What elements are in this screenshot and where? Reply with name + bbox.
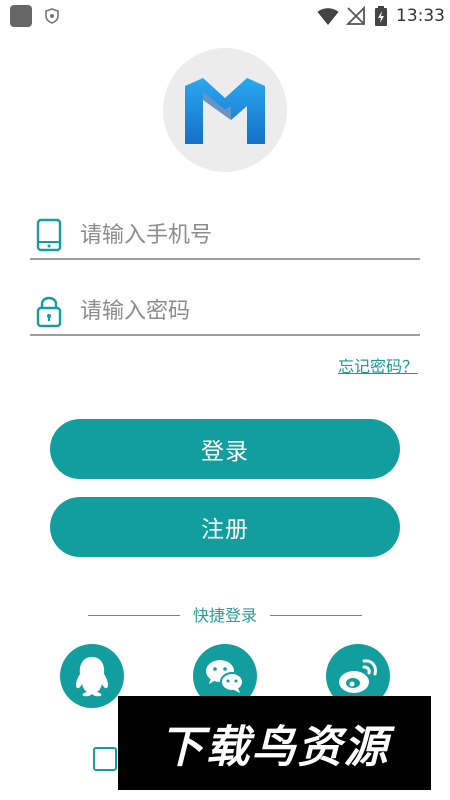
- divider-line-right: [270, 615, 362, 616]
- forgot-password-link[interactable]: 忘记密码？: [338, 353, 418, 377]
- quick-login-divider: 快捷登录: [88, 603, 362, 629]
- app-icon: [10, 5, 32, 27]
- password-input[interactable]: [78, 292, 412, 330]
- phone-icon: [36, 218, 62, 252]
- watermark-banner: 下载鸟资源: [118, 696, 431, 790]
- login-button[interactable]: 登录: [50, 419, 400, 479]
- agreement-checkbox[interactable]: [93, 747, 117, 771]
- app-logo: [163, 48, 287, 172]
- wifi-icon: [317, 8, 339, 25]
- register-button[interactable]: 注册: [50, 497, 400, 557]
- quick-login-label: 快捷登录: [192, 606, 257, 625]
- qq-login-button[interactable]: [60, 644, 124, 708]
- shield-icon: [45, 8, 59, 24]
- no-signal-icon: [346, 6, 365, 25]
- status-bar: 13:33: [0, 0, 450, 32]
- m-logo-icon: [185, 78, 265, 144]
- battery-charging-icon: [375, 6, 387, 26]
- phone-field: [30, 210, 420, 260]
- phone-input[interactable]: [78, 216, 412, 254]
- lock-icon: [36, 296, 62, 328]
- qq-icon: [76, 657, 108, 697]
- status-time: 13:33: [396, 6, 445, 26]
- password-field: [30, 286, 420, 336]
